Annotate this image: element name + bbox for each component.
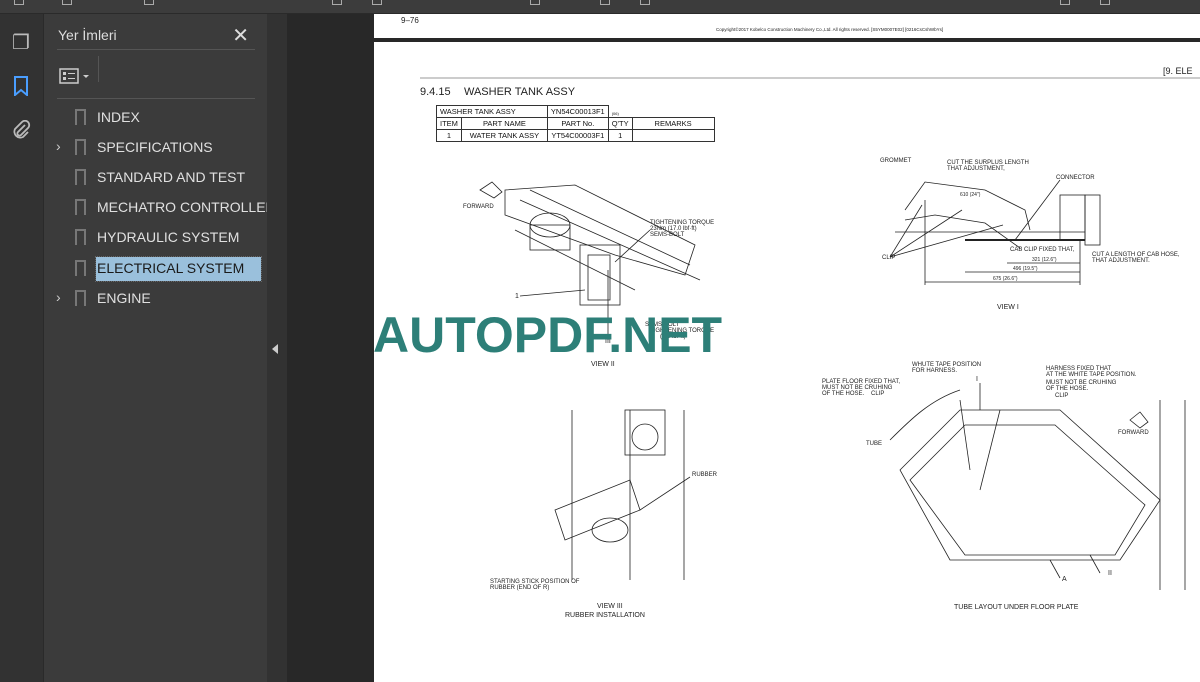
label: CAB CLIP FIXED THAT,	[1010, 247, 1075, 253]
dimension: 675 (26.6")	[993, 276, 1018, 282]
label: OF THE HOSE.	[1046, 386, 1089, 392]
label: THAT ADJUSTMENT,	[947, 166, 1005, 172]
caption: VIEW I	[997, 304, 1019, 311]
cell: WATER TANK ASSY	[460, 129, 548, 142]
label: A	[1062, 576, 1067, 583]
label: FOR HARNESS.	[912, 368, 958, 374]
column-header: REMARKS	[631, 117, 715, 130]
assy-name: WASHER TANK ASSY	[436, 105, 548, 118]
revision: (06)	[611, 111, 619, 116]
caption: TUBE LAYOUT UNDER FLOOR PLATE	[954, 604, 1079, 611]
column-header: Q'TY	[607, 117, 633, 130]
dimension: 496 (19.5")	[1013, 266, 1038, 272]
label: CLIP	[1055, 393, 1069, 399]
label: AT THE WHITE TAPE POSITION.	[1046, 372, 1137, 378]
table-row: WASHER TANK ASSY YN54C00013F1 (06)	[436, 105, 715, 118]
label: RUBBER	[692, 472, 718, 478]
cell: 1	[436, 129, 462, 142]
label: CLIP	[882, 255, 896, 261]
label: CLIP	[871, 391, 885, 397]
column-header: ITEM	[436, 117, 462, 130]
column-header: PART No.	[546, 117, 609, 130]
table-header-row: ITEM PART NAME PART No. Q'TY REMARKS	[436, 117, 715, 130]
caption: VIEW III	[597, 603, 623, 610]
label: RUBBER (END OF R)	[490, 585, 550, 591]
label: CONNECTOR	[1056, 175, 1095, 181]
label: I	[976, 376, 978, 383]
table-row: 1 WATER TANK ASSY YT54C00003F1 1	[436, 129, 715, 142]
parts-table: WASHER TANK ASSY YN54C00013F1 (06) ITEM …	[436, 105, 715, 142]
label: OF THE HOSE.	[822, 391, 865, 397]
label: 1	[515, 293, 519, 300]
label: GROMMET	[880, 158, 912, 164]
label: THAT ADJUSTMENT.	[1092, 258, 1150, 264]
caption: RUBBER INSTALLATION	[565, 612, 645, 619]
label: SEMS-BOLT	[650, 232, 685, 238]
section-title: WASHER TANK ASSY	[464, 86, 576, 98]
label: FORWARD	[1118, 430, 1149, 436]
label: II	[1108, 570, 1112, 577]
chapter-header: [9. ELE	[1163, 66, 1193, 76]
cell: YT54C00003F1	[546, 129, 609, 142]
label: 610 (24")	[960, 192, 981, 198]
dimension: 321 (12.6")	[1032, 257, 1057, 263]
section-number: 9.4.15	[420, 86, 451, 98]
column-header: PART NAME	[460, 117, 548, 130]
label: TUBE	[866, 441, 883, 447]
watermark: AUTOPDF.NET	[373, 307, 723, 363]
label: FORWARD	[463, 204, 494, 210]
cell: 1	[607, 129, 633, 142]
assy-number: YN54C00013F1	[546, 105, 609, 118]
cell	[631, 129, 715, 142]
